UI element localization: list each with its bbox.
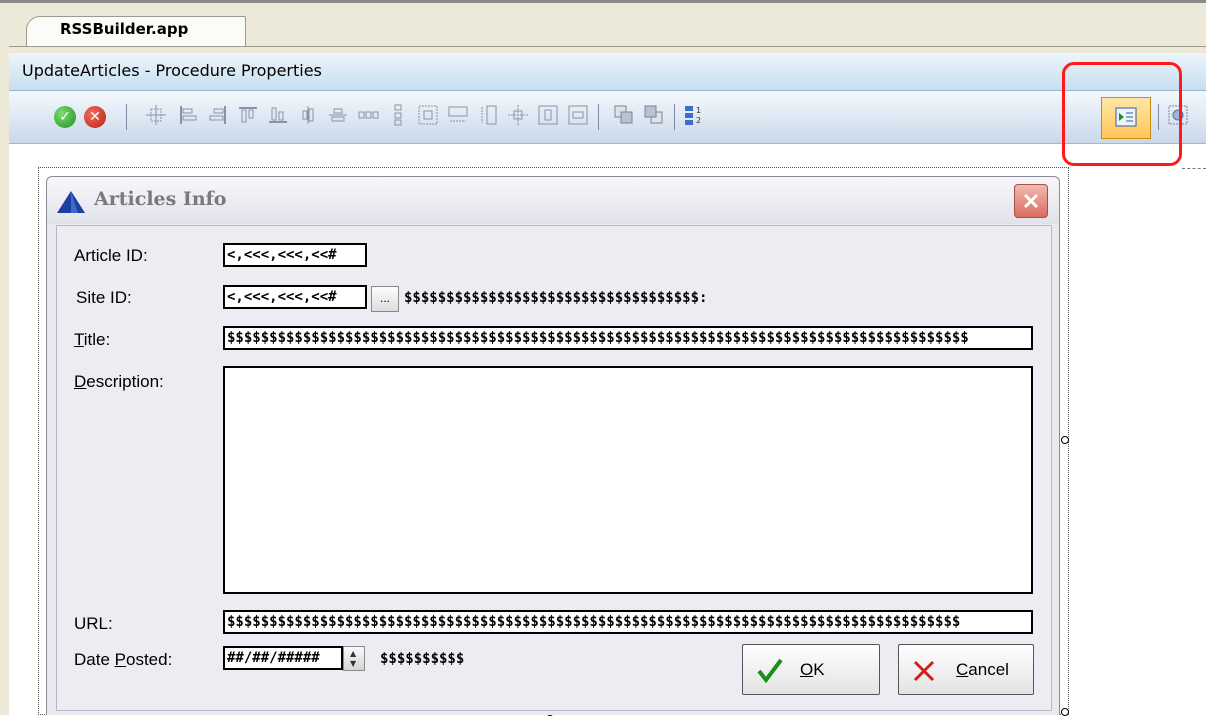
url-label: URL: — [74, 614, 113, 633]
same-size-icon[interactable] — [416, 103, 440, 127]
cancel-x-icon[interactable]: ✕ — [82, 104, 108, 130]
cancel-label: Cancel — [956, 660, 1009, 679]
top-border — [0, 0, 1206, 3]
site-lookup-button[interactable]: ... — [371, 286, 399, 312]
align-left-icon[interactable] — [176, 103, 200, 127]
surface-edge — [1182, 168, 1206, 169]
tab-order-icon[interactable]: 12 — [682, 103, 706, 127]
title-field[interactable]: $$$$$$$$$$$$$$$$$$$$$$$$$$$$$$$$$$$$$$$$… — [223, 326, 1033, 350]
toolbar-separator — [126, 104, 127, 130]
highlight-annotation — [1062, 62, 1182, 166]
article-id-field[interactable]: <,<<<,<<<,<<# — [223, 243, 367, 267]
ok-check-icon[interactable]: ✓ — [52, 104, 78, 130]
center-horizontal-window-icon[interactable] — [536, 103, 560, 127]
date-spinner[interactable]: ▲ ▼ — [343, 646, 365, 671]
same-width-icon[interactable] — [446, 103, 470, 127]
date-display: $$$$$$$$$$ — [380, 651, 465, 667]
align-right-icon[interactable] — [206, 103, 230, 127]
align-center-icon[interactable] — [144, 103, 168, 127]
dialog-title: Articles Info — [94, 188, 227, 210]
send-to-back-icon[interactable] — [642, 103, 666, 127]
center-vertical-window-icon[interactable] — [566, 103, 590, 127]
svg-text:1: 1 — [696, 106, 701, 115]
article-id-label: Article ID: — [74, 246, 148, 265]
spin-up-icon[interactable]: ▲ — [350, 650, 356, 658]
cancel-x-icon — [912, 659, 936, 683]
bring-to-front-icon[interactable] — [612, 103, 636, 127]
svg-text:2: 2 — [696, 116, 701, 125]
center-in-window-icon[interactable] — [506, 103, 530, 127]
site-name-display: $$$$$$$$$$$$$$$$$$$$$$$$$$$$$$$$$$$: — [404, 290, 708, 306]
tab-label: RSSBuilder.app — [60, 20, 189, 38]
spin-down-icon[interactable]: ▼ — [350, 660, 356, 668]
ok-label: OK — [800, 660, 825, 679]
resize-handle-right[interactable] — [1061, 436, 1069, 444]
tab-divider — [9, 46, 1206, 47]
app-logo-icon — [56, 190, 86, 214]
toolbar-separator — [674, 104, 675, 130]
description-textarea[interactable] — [223, 366, 1033, 594]
space-vertical-icon[interactable] — [386, 103, 410, 127]
title-label: Title: — [74, 330, 111, 349]
site-id-field[interactable]: <,<<<,<<<,<<# — [223, 285, 367, 309]
checkmark-icon — [756, 656, 784, 684]
left-frame — [0, 53, 9, 715]
window-title: UpdateArticles - Procedure Properties — [22, 61, 322, 80]
site-id-label: Site ID: — [76, 288, 132, 307]
center-vertical-icon[interactable] — [326, 103, 350, 127]
space-horizontal-icon[interactable] — [356, 103, 380, 127]
url-field[interactable]: $$$$$$$$$$$$$$$$$$$$$$$$$$$$$$$$$$$$$$$$… — [223, 610, 1033, 634]
description-label: Description: — [74, 372, 164, 391]
align-bottom-icon[interactable] — [266, 103, 290, 127]
toolbar-separator — [598, 104, 599, 130]
date-posted-label: Date Posted: — [74, 650, 173, 669]
same-height-icon[interactable] — [476, 103, 500, 127]
close-icon[interactable] — [1014, 184, 1048, 218]
align-top-icon[interactable] — [236, 103, 260, 127]
center-horizontal-icon[interactable] — [296, 103, 320, 127]
date-posted-field[interactable]: ##/##/##### — [223, 646, 343, 670]
